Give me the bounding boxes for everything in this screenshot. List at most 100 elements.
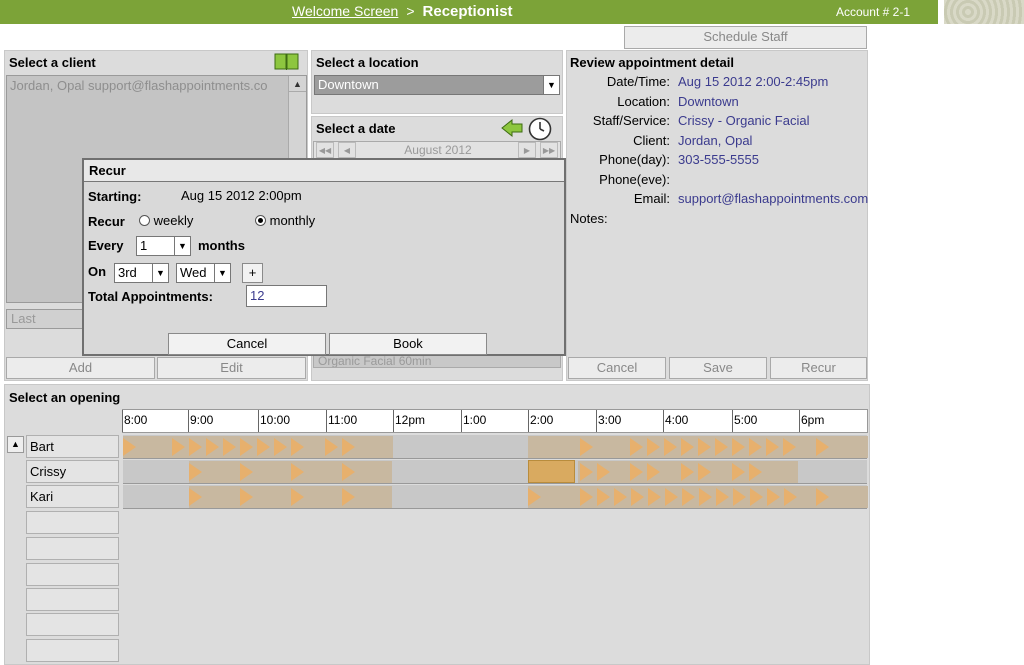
client-list-item[interactable]: Jordan, Opal support@flashappointments.c… <box>10 78 286 93</box>
slot-start-icon[interactable] <box>580 488 593 506</box>
chevron-down-icon[interactable]: ▼ <box>152 264 168 282</box>
staff-name-bart[interactable]: Bart <box>26 435 119 458</box>
every-select[interactable]: 1 ▼ <box>136 236 191 256</box>
next-month-icon[interactable]: ▶ <box>518 142 536 158</box>
hour-label: 3:00 <box>598 413 622 427</box>
slot-start-icon[interactable] <box>783 438 796 456</box>
clock-icon[interactable] <box>528 117 552 141</box>
service-select[interactable]: Organic Facial 60min <box>313 354 561 368</box>
slot-start-icon[interactable] <box>291 463 304 481</box>
slot-start-icon[interactable] <box>342 488 355 506</box>
slot-start-icon[interactable] <box>528 488 541 506</box>
slot-start-icon[interactable] <box>580 463 593 481</box>
slot-start-icon[interactable] <box>699 488 712 506</box>
slot-start-icon[interactable] <box>816 488 829 506</box>
slot-start-icon[interactable] <box>716 488 729 506</box>
slot-start-icon[interactable] <box>597 463 610 481</box>
slot-start-icon[interactable] <box>664 438 677 456</box>
slot-start-icon[interactable] <box>816 438 829 456</box>
slot-start-icon[interactable] <box>682 488 695 506</box>
selected-slot[interactable] <box>528 460 575 483</box>
slot-start-icon[interactable] <box>257 438 270 456</box>
slot-start-icon[interactable] <box>715 438 728 456</box>
opening-block[interactable] <box>528 436 578 458</box>
dialog-cancel-button[interactable]: Cancel <box>168 333 326 355</box>
weekly-radio[interactable]: weekly <box>139 213 193 228</box>
slot-start-icon[interactable] <box>274 438 287 456</box>
slot-start-icon[interactable] <box>240 438 253 456</box>
radio-icon[interactable] <box>139 215 150 226</box>
caret-up-icon[interactable]: ▲ <box>7 436 24 453</box>
slot-start-icon[interactable] <box>732 463 745 481</box>
staff-name-crissy[interactable]: Crissy <box>26 460 119 483</box>
edit-client-button[interactable]: Edit <box>157 357 306 379</box>
slot-start-icon[interactable] <box>614 488 627 506</box>
slot-start-icon[interactable] <box>580 438 593 456</box>
slot-start-icon[interactable] <box>698 463 711 481</box>
book-icon[interactable] <box>274 52 300 72</box>
next-year-icon[interactable]: ▶▶ <box>540 142 558 158</box>
radio-selected-icon[interactable] <box>255 215 266 226</box>
slot-start-icon[interactable] <box>733 488 746 506</box>
slot-start-icon[interactable] <box>749 438 762 456</box>
add-client-button[interactable]: Add <box>6 357 155 379</box>
slot-start-icon[interactable] <box>749 463 762 481</box>
slot-start-icon[interactable] <box>325 438 338 456</box>
slot-start-icon[interactable] <box>784 488 797 506</box>
chevron-down-icon[interactable]: ▼ <box>543 76 559 94</box>
hour-tick <box>528 410 529 432</box>
slot-start-icon[interactable] <box>240 463 253 481</box>
slot-start-icon[interactable] <box>750 488 763 506</box>
slot-start-icon[interactable] <box>681 463 694 481</box>
slot-start-icon[interactable] <box>647 438 660 456</box>
staff-service-value: Crissy - Organic Facial <box>678 113 810 128</box>
slot-start-icon[interactable] <box>189 488 202 506</box>
slot-start-icon[interactable] <box>681 438 694 456</box>
slot-start-icon[interactable] <box>665 488 678 506</box>
detail-recur-button[interactable]: Recur <box>770 357 867 379</box>
schedule-staff-button[interactable]: Schedule Staff <box>624 26 867 49</box>
staff-name-kari[interactable]: Kari <box>26 485 119 508</box>
slot-start-icon[interactable] <box>206 438 219 456</box>
prev-year-icon[interactable]: ◀◀ <box>316 142 334 158</box>
slot-start-icon[interactable] <box>648 488 661 506</box>
add-rule-button[interactable]: + <box>242 263 263 283</box>
slot-start-icon[interactable] <box>342 463 355 481</box>
slot-start-icon[interactable] <box>291 438 304 456</box>
scroll-up-icon[interactable]: ▲ <box>289 76 306 92</box>
detail-cancel-button[interactable]: Cancel <box>568 357 666 379</box>
slot-start-icon[interactable] <box>240 488 253 506</box>
slot-start-icon[interactable] <box>172 438 185 456</box>
slot-start-icon[interactable] <box>597 488 610 506</box>
dialog-book-button[interactable]: Book <box>329 333 487 355</box>
hour-tick <box>326 410 327 432</box>
slot-start-icon[interactable] <box>291 488 304 506</box>
last-name-input[interactable]: Last <box>6 309 86 329</box>
slot-start-icon[interactable] <box>189 463 202 481</box>
slot-start-icon[interactable] <box>342 438 355 456</box>
arrow-left-icon[interactable] <box>500 118 524 138</box>
slot-start-icon[interactable] <box>630 463 643 481</box>
slot-start-icon[interactable] <box>647 463 660 481</box>
prev-month-icon[interactable]: ◀ <box>338 142 356 158</box>
chevron-down-icon[interactable]: ▼ <box>174 237 190 255</box>
slot-start-icon[interactable] <box>767 488 780 506</box>
detail-save-button[interactable]: Save <box>669 357 767 379</box>
date-panel-title: Select a date <box>316 121 396 136</box>
breadcrumb-separator: > <box>406 3 415 19</box>
slot-start-icon[interactable] <box>698 438 711 456</box>
slot-start-icon[interactable] <box>189 438 202 456</box>
on-day-select[interactable]: Wed ▼ <box>176 263 231 283</box>
chevron-down-icon[interactable]: ▼ <box>214 264 230 282</box>
slot-start-icon[interactable] <box>766 438 779 456</box>
slot-start-icon[interactable] <box>631 488 644 506</box>
total-appointments-input[interactable]: 12 <box>246 285 327 307</box>
monthly-radio[interactable]: monthly <box>255 213 315 228</box>
on-ordinal-select[interactable]: 3rd ▼ <box>114 263 169 283</box>
breadcrumb-welcome-link[interactable]: Welcome Screen <box>292 3 398 19</box>
slot-start-icon[interactable] <box>630 438 643 456</box>
slot-start-icon[interactable] <box>732 438 745 456</box>
slot-start-icon[interactable] <box>223 438 236 456</box>
slot-start-icon[interactable] <box>123 438 136 456</box>
location-select[interactable]: Downtown ▼ <box>314 75 560 95</box>
